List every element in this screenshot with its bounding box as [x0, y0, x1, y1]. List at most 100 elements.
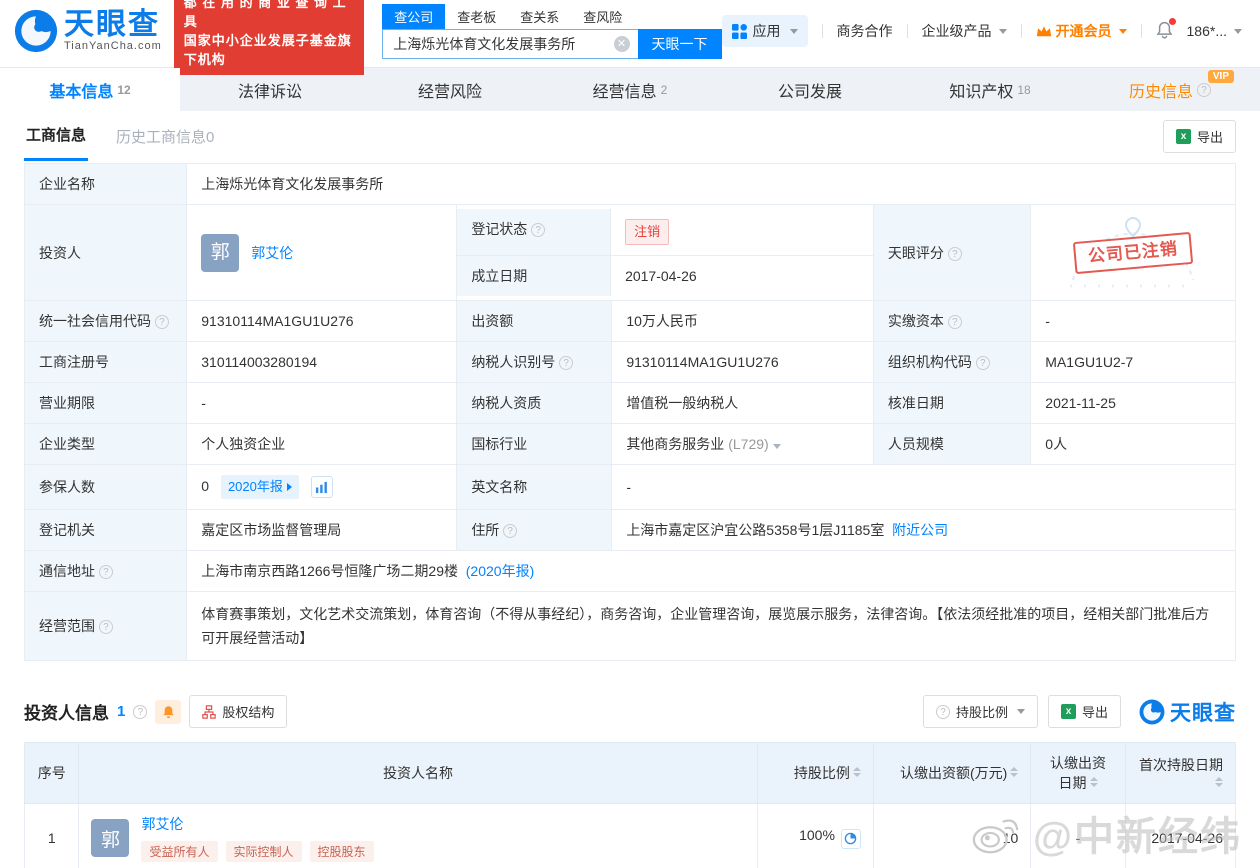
- trend-chart-icon[interactable]: [310, 476, 333, 499]
- tab-count: 18: [1017, 82, 1031, 97]
- pie-chart-icon[interactable]: [840, 828, 861, 849]
- nav-open-vip[interactable]: 开通会员: [1036, 21, 1127, 41]
- tianyancha-logo[interactable]: 天眼查 TianYanCha.com: [14, 9, 162, 53]
- export-label: 导出: [1196, 129, 1223, 145]
- chevron-down-icon: [1118, 28, 1127, 34]
- tab-legal[interactable]: 法律诉讼: [180, 68, 360, 111]
- tianyancha-company-page: 天眼查 TianYanCha.com 都 在 用 的 商 业 查 询 工 具 国…: [0, 0, 1260, 868]
- equity-structure-button[interactable]: 股权结构: [189, 695, 288, 728]
- tag-beneficial-owner[interactable]: 受益所有人: [141, 841, 218, 862]
- col-ratio[interactable]: 持股比例: [756, 742, 874, 804]
- status-badge: 注销: [625, 219, 670, 245]
- ratio-cell: 100%: [756, 803, 874, 868]
- credit-code-value: 91310114MA1GU1U276: [186, 300, 458, 342]
- tag-controlling-shareholder[interactable]: 控股股东: [309, 841, 374, 862]
- col-ratio-label: 持股比例: [793, 765, 850, 781]
- investor-name-link[interactable]: 郭艾伦: [141, 816, 183, 832]
- tag-actual-controller[interactable]: 实际控制人: [225, 841, 302, 862]
- avatar[interactable]: 郭: [91, 819, 130, 857]
- tab-business-info[interactable]: 经营信息 2: [540, 68, 720, 111]
- field-label: 组织机构代码: [872, 341, 1032, 383]
- nearby-companies-link[interactable]: 附近公司: [892, 522, 948, 538]
- logo-domain: TianYanCha.com: [64, 40, 162, 52]
- industry-value[interactable]: 其他商务服务业 (L729): [611, 423, 874, 465]
- tab-label: 经营风险: [417, 83, 482, 101]
- col-first-holding-date-label: 首次持股日期: [1139, 757, 1223, 773]
- field-label: 纳税人资质: [456, 382, 613, 424]
- table-row: 统一社会信用代码 91310114MA1GU1U276 出资额 10万人民币 实…: [23, 300, 1236, 342]
- main-tab-bar: 基本信息12 法律诉讼 经营风险 经营信息2 公司发展 知识产权18 历史信息 V…: [0, 67, 1260, 111]
- investor-name-cell: 郭 郭艾伦 受益所有人 实际控制人 控股股东: [78, 803, 758, 868]
- subtab-business-registration[interactable]: 工商信息: [24, 111, 89, 161]
- search-tab-relation[interactable]: 查关系: [508, 4, 571, 29]
- table-row: 营业期限 - 纳税人资质 增值税一般纳税人 核准日期 2021-11-25: [23, 382, 1236, 424]
- avatar[interactable]: 郭: [201, 233, 240, 272]
- sort-icon: [1089, 777, 1098, 787]
- nav-enterprise[interactable]: 企业级产品: [922, 21, 1007, 41]
- tab-basic-info[interactable]: 基本信息 12: [0, 68, 180, 111]
- equity-structure-label: 股权结构: [222, 705, 275, 720]
- shareholding-ratio-label: 持股比例: [955, 705, 1008, 720]
- nav-account[interactable]: 186*...: [1187, 23, 1242, 39]
- col-subscribed-amount[interactable]: 认缴出资额(万元): [872, 742, 1032, 804]
- table-row: 投资人 郭 郭艾伦 登记状态 注销 成立日期 2017-04-26 天眼评分: [23, 204, 1236, 301]
- approval-date-value: 2021-11-25: [1030, 382, 1236, 424]
- search-tabs: 查公司 查老板 查关系 查风险: [382, 3, 721, 29]
- search-tab-boss[interactable]: 查老板: [445, 4, 508, 29]
- export-investors-button[interactable]: 导出: [1047, 695, 1121, 728]
- notification-dot: [1168, 17, 1176, 25]
- tab-label: 知识产权: [949, 83, 1014, 101]
- investor-name-link[interactable]: 郭艾伦: [251, 243, 293, 263]
- subtab-history-registration[interactable]: 历史工商信息0: [114, 113, 216, 160]
- field-label: 出资额: [456, 300, 613, 342]
- search-input[interactable]: [382, 28, 638, 59]
- notifications-bell[interactable]: [1156, 17, 1176, 42]
- field-label: 成立日期: [457, 256, 612, 296]
- help-icon: [98, 565, 113, 579]
- org-code-value: MA1GU1U2-7: [1030, 341, 1236, 383]
- help-icon: [947, 246, 962, 261]
- chevron-down-icon: [772, 444, 781, 449]
- address-label: 住所: [471, 522, 500, 538]
- search-tab-risk[interactable]: 查风险: [571, 4, 634, 29]
- table-row: 工商注册号 310114003280194 纳税人识别号 91310114MA1…: [23, 341, 1236, 383]
- investors-count: 1: [117, 703, 126, 720]
- annual-report-link[interactable]: (2020年报): [466, 563, 534, 579]
- shareholding-ratio-button[interactable]: 持股比例: [922, 695, 1038, 728]
- annual-report-label: 2020年报: [227, 479, 283, 494]
- clear-search-icon[interactable]: ✕: [613, 35, 630, 52]
- export-investors-label: 导出: [1081, 705, 1108, 720]
- tab-intellectual-property[interactable]: 知识产权 18: [900, 68, 1080, 111]
- tab-operating-risk[interactable]: 经营风险: [360, 68, 540, 111]
- divider: [821, 24, 823, 38]
- establish-date-value: 2017-04-26: [625, 268, 697, 284]
- table-row: 经营范围 体育赛事策划，文化艺术交流策划，体育咨询（不得从事经纪），商务咨询，企…: [23, 591, 1236, 661]
- tab-company-development[interactable]: 公司发展: [720, 68, 900, 111]
- field-label: 投资人: [23, 204, 188, 301]
- investor-row: 1 郭 郭艾伦 受益所有人 实际控制人 控股股东 100% 10 - 2017-…: [23, 803, 1237, 868]
- search-tab-company[interactable]: 查公司: [382, 3, 446, 29]
- staff-size-value: 0人: [1030, 423, 1236, 465]
- search-button[interactable]: 天眼一下: [637, 28, 722, 59]
- capital-value: 10万人民币: [611, 300, 874, 342]
- nav-cooperation[interactable]: 商务合作: [837, 21, 893, 41]
- annual-report-chip[interactable]: 2020年报: [220, 475, 299, 499]
- company-name-value: 上海烁光体育文化发展事务所: [186, 163, 1236, 205]
- tab-count: 2: [660, 82, 668, 97]
- export-button[interactable]: 导出: [1162, 119, 1236, 153]
- industry-name: 其他商务服务业: [626, 436, 725, 452]
- help-icon: [935, 704, 950, 719]
- grid-icon: [731, 23, 747, 39]
- col-subscribed-date[interactable]: 认缴出资日期: [1030, 742, 1126, 804]
- col-first-holding-date[interactable]: 首次持股日期: [1124, 742, 1237, 804]
- tab-history-info[interactable]: 历史信息 VIP: [1080, 68, 1260, 111]
- monitor-bell-button[interactable]: [155, 699, 182, 724]
- tyc-score-cell: 公司已注销: [1030, 204, 1236, 301]
- divider: [906, 24, 908, 38]
- field-label: 核准日期: [872, 382, 1032, 424]
- promo-badge: 都 在 用 的 商 业 查 询 工 具 国家中小企业发展子基金旗下机构: [173, 0, 365, 75]
- company-type-value: 个人独资企业: [186, 423, 458, 465]
- investors-table: 序号 投资人名称 持股比例 认缴出资额(万元) 认缴出资日期 首次持股日期 1 …: [23, 742, 1237, 868]
- nav-apps[interactable]: 应用: [721, 15, 808, 47]
- divider: [1140, 24, 1142, 38]
